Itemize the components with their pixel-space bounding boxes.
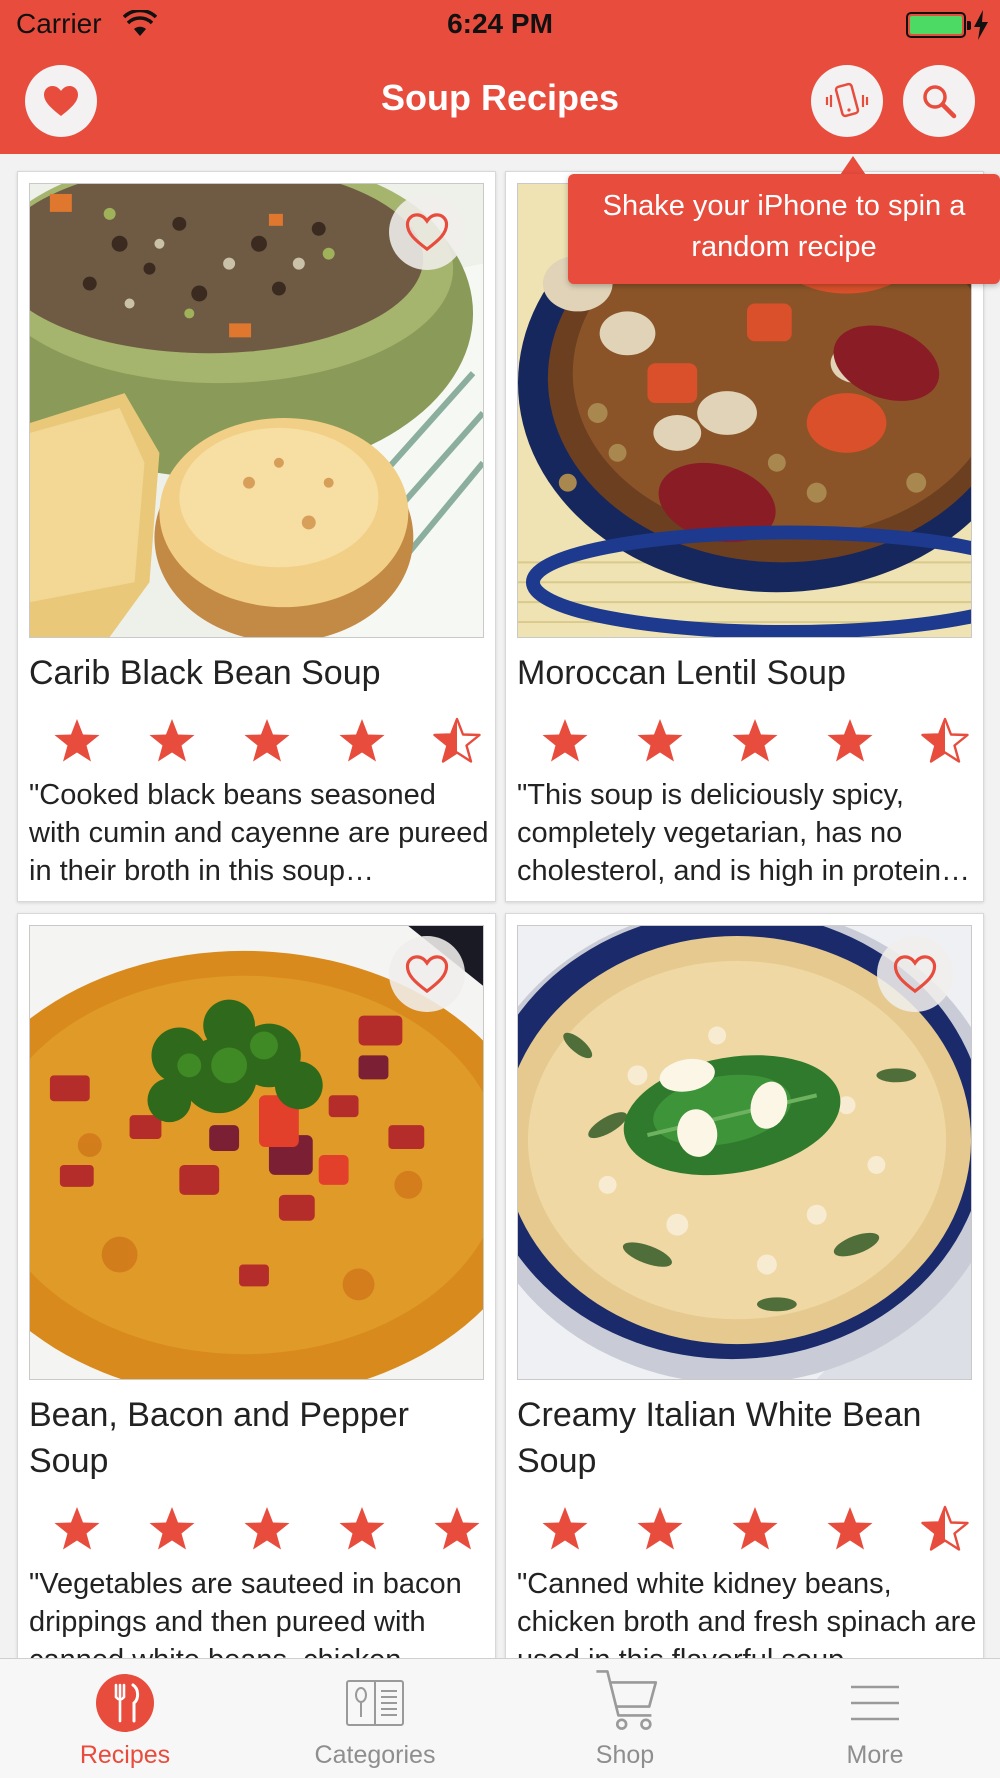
heart-outline-icon [405, 955, 449, 994]
app-screen: Carrier 6:24 PM Soup Recipes Carib Black… [0, 0, 1000, 1778]
star-full-icon [124, 715, 219, 767]
favorites-button[interactable] [25, 65, 97, 137]
recipe-book-icon [346, 1680, 404, 1726]
star-full-icon [707, 1503, 802, 1555]
star-full-icon [409, 1503, 504, 1555]
recipe-card[interactable]: Bean, Bacon and Pepper Soup "Vegetables … [17, 913, 496, 1676]
heart-icon [44, 86, 78, 116]
recipe-title: Bean, Bacon and Pepper Soup [29, 1396, 409, 1480]
rating-stars [517, 715, 992, 767]
star-full-icon [314, 715, 409, 767]
page-title: Soup Recipes [380, 77, 620, 118]
menu-icon [851, 1685, 899, 1721]
favorite-toggle[interactable] [877, 936, 953, 1012]
tab-label: Shop [595, 1741, 655, 1769]
star-full-icon [219, 715, 314, 767]
rating-stars [29, 1503, 504, 1555]
status-time: 6:24 PM [447, 8, 553, 39]
battery-icon [906, 12, 971, 38]
heart-outline-icon [893, 955, 937, 994]
heart-outline-icon [405, 213, 449, 252]
recipe-description: "This soup is deliciously spicy, complet… [517, 779, 970, 887]
star-full-icon [29, 715, 124, 767]
star-full-icon [29, 1503, 124, 1555]
star-full-icon [219, 1503, 314, 1555]
rating-stars [29, 715, 504, 767]
recipe-title: Carib Black Bean Soup [29, 654, 381, 692]
tab-more[interactable]: More [750, 1659, 1000, 1778]
favorite-toggle[interactable] [389, 936, 465, 1012]
recipe-card[interactable]: Creamy Italian White Bean Soup "Canned w… [505, 913, 984, 1676]
tab-label: Categories [314, 1741, 436, 1769]
recipe-title: Creamy Italian White Bean Soup [517, 1396, 922, 1480]
tab-label: Recipes [79, 1741, 171, 1769]
star-full-icon [517, 715, 612, 767]
star-full-icon [612, 715, 707, 767]
star-full-icon [517, 1503, 612, 1555]
star-half-icon [409, 715, 504, 767]
star-half-icon [897, 1503, 992, 1555]
tab-categories[interactable]: Categories [250, 1659, 500, 1778]
star-full-icon [314, 1503, 409, 1555]
shake-tooltip[interactable]: Shake your iPhone to spin a random recip… [568, 174, 1000, 284]
recipe-title: Moroccan Lentil Soup [517, 654, 846, 692]
star-full-icon [802, 1503, 897, 1555]
fork-knife-icon [96, 1674, 154, 1732]
search-icon [923, 85, 957, 119]
shopping-cart-icon [596, 1670, 658, 1730]
star-full-icon [612, 1503, 707, 1555]
status-bar: Carrier 6:24 PM [0, 0, 1000, 52]
nav-header: Carrier 6:24 PM Soup Recipes [0, 0, 1000, 154]
star-full-icon [124, 1503, 219, 1555]
rating-stars [517, 1503, 992, 1555]
tab-shop[interactable]: Shop [500, 1659, 750, 1778]
favorite-toggle[interactable] [389, 194, 465, 270]
star-full-icon [707, 715, 802, 767]
charging-icon [974, 10, 988, 40]
search-button[interactable] [903, 65, 975, 137]
tab-recipes[interactable]: Recipes [0, 1659, 250, 1778]
shake-phone-icon [825, 82, 869, 118]
tooltip-arrow [840, 156, 866, 175]
star-full-icon [802, 715, 897, 767]
tab-label: More [846, 1741, 904, 1769]
star-half-icon [897, 715, 992, 767]
recipe-card[interactable]: Carib Black Bean Soup "Cooked black bean… [17, 171, 496, 902]
recipe-description: "Cooked black beans seasoned with cumin … [29, 779, 489, 887]
tab-bar: Recipes Categories Shop More [0, 1658, 1000, 1778]
shake-random-button[interactable] [811, 65, 883, 137]
